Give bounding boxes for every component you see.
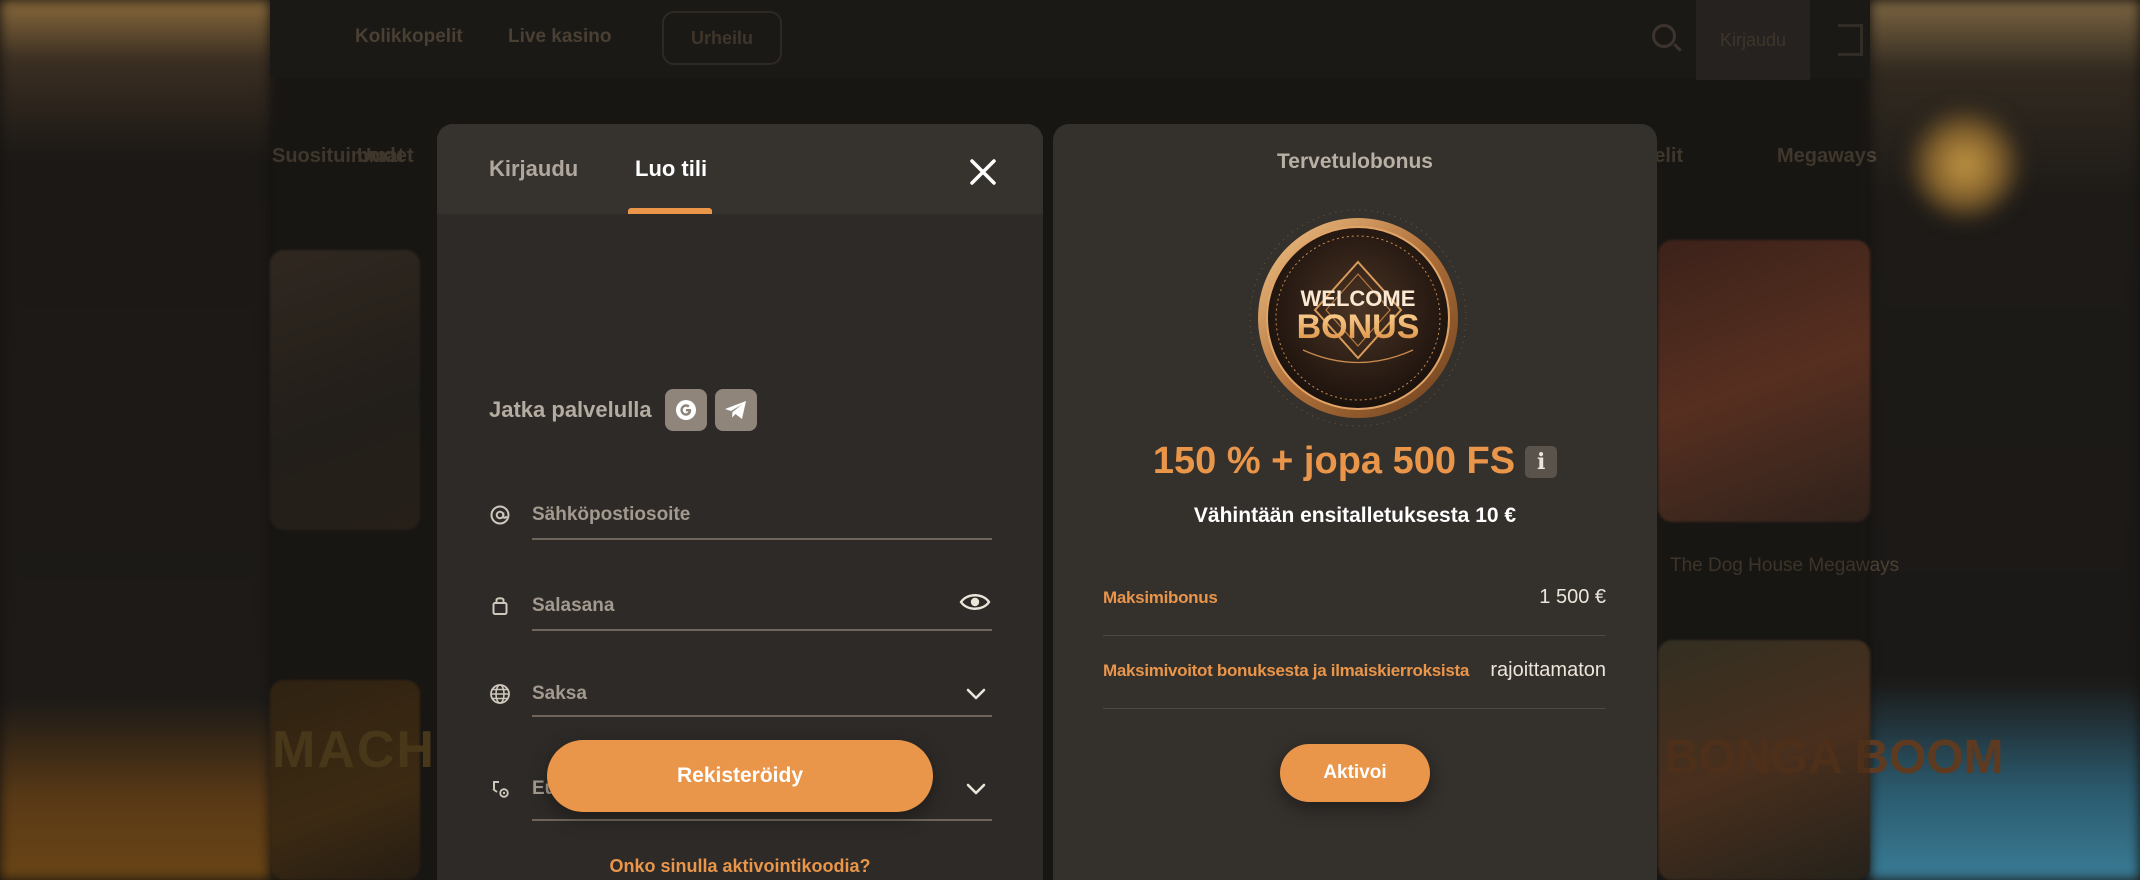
social-login-label: Jatka palvelulla [489, 397, 652, 422]
google-icon [676, 400, 696, 420]
auth-modal-header: Kirjaudu Luo tili [437, 124, 1043, 214]
email-input[interactable] [532, 498, 992, 532]
password-input[interactable] [532, 589, 952, 623]
register-button[interactable]: Rekisteröidy [547, 740, 933, 812]
telegram-icon [725, 401, 746, 419]
currency-exchange-icon [489, 778, 511, 800]
show-password-toggle[interactable] [959, 591, 991, 613]
currency-underline [532, 819, 992, 821]
tab-login[interactable]: Kirjaudu [489, 156, 578, 182]
bonus-row-label: Maksimivoitot bonuksesta ja ilmaiskierro… [1103, 661, 1470, 680]
divider [1103, 635, 1606, 636]
bonus-headline: 150 % + jopa 500 FS [1152, 440, 1516, 482]
activate-bonus-button[interactable]: Aktivoi [1280, 744, 1430, 802]
lock-icon [489, 594, 511, 616]
divider [1103, 708, 1606, 709]
country-select-value[interactable]: Saksa [532, 683, 587, 705]
globe-icon [489, 683, 511, 705]
bonus-headline-row: 150 % + jopa 500 FS i [1053, 440, 1657, 483]
at-sign-icon [489, 504, 511, 526]
welcome-bonus-panel: Tervetulobonus WELCOME BONUS 150 % + jop… [1053, 124, 1657, 880]
telegram-login-button[interactable] [715, 389, 757, 431]
welcome-bonus-coin-image: WELCOME BONUS [1249, 209, 1467, 427]
country-underline [532, 715, 992, 717]
close-button[interactable] [965, 154, 1001, 190]
bonus-row-label: Maksimibonus [1103, 588, 1218, 607]
google-login-button[interactable] [665, 389, 707, 431]
close-icon [970, 159, 996, 185]
info-button[interactable]: i [1525, 445, 1558, 478]
bonus-min-deposit: Vähintään ensitalletuksesta 10 € [1193, 504, 1517, 527]
chevron-down-icon[interactable] [965, 687, 987, 701]
tab-register[interactable]: Luo tili [635, 156, 707, 182]
auth-modal: Kirjaudu Luo tili Jatka palvelulla Sähkö… [437, 124, 1043, 880]
eye-icon [959, 594, 991, 610]
coin-line-bonus: BONUS [1297, 308, 1420, 346]
background-left-edge [0, 0, 270, 880]
activation-code-link[interactable]: Onko sinulla aktivointikoodia? [437, 856, 1043, 877]
email-underline [532, 538, 992, 540]
chevron-down-icon[interactable] [965, 782, 987, 796]
bonus-row-value: rajoittamaton [1490, 659, 1606, 681]
password-underline [532, 629, 992, 631]
background-glow [1910, 110, 2020, 220]
bonus-title: Tervetulobonus [1277, 150, 1433, 173]
bonus-row-value: 1 500 € [1539, 586, 1606, 608]
